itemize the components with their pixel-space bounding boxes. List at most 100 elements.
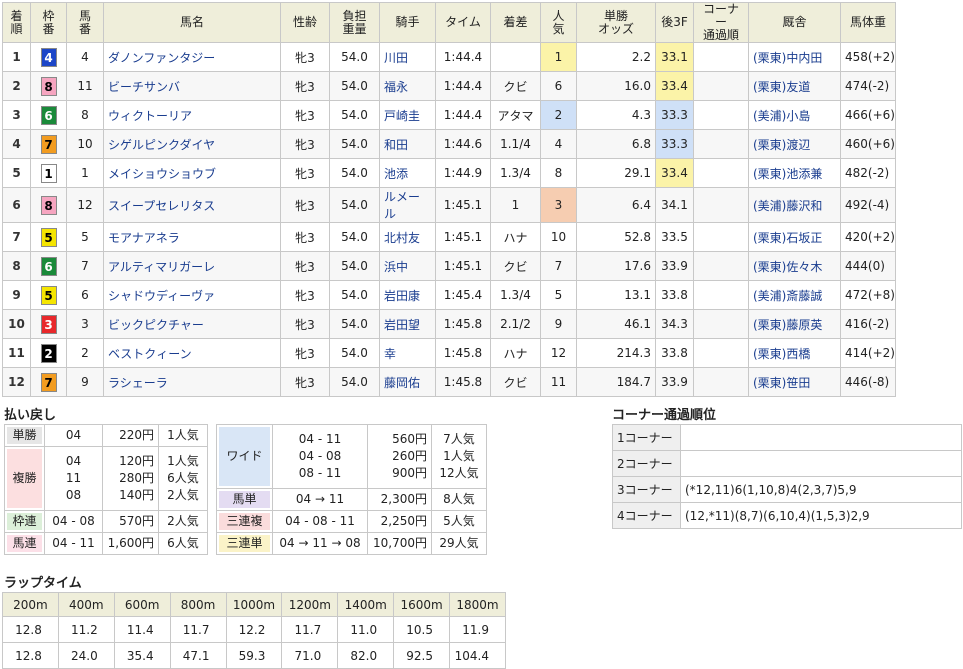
corner-order — [693, 71, 749, 101]
horse-name-link[interactable]: ダノンファンタジー — [103, 42, 281, 72]
jockey-link[interactable]: 藤岡佑 — [379, 367, 436, 397]
jockey-link[interactable]: ルメール — [379, 187, 436, 223]
corner-label: 2コーナー — [612, 450, 681, 477]
payout-combination: 04 — [44, 424, 103, 447]
trainer-link[interactable]: (美浦)斎藤誠 — [748, 280, 841, 310]
popularity: 3 — [540, 187, 577, 223]
carried-weight: 54.0 — [329, 367, 380, 397]
lap-cumulative: 92.5 — [393, 642, 450, 669]
payout-row: 単勝 04 220円 1人気 — [4, 424, 208, 447]
finish-position: 5 — [2, 158, 31, 188]
trainer-link[interactable]: (栗東)佐々木 — [748, 251, 841, 281]
corner-order-value — [680, 424, 962, 451]
lap-split: 11.7 — [169, 616, 227, 643]
jockey-link[interactable]: 和田 — [379, 129, 436, 159]
corner-title: コーナー通過順位 — [612, 408, 717, 423]
horse-name-link[interactable]: アルティマリガーレ — [103, 251, 281, 281]
horse-name-link[interactable]: ビーチサンバ — [103, 71, 281, 101]
trainer-link[interactable]: (栗東)渡辺 — [748, 129, 841, 159]
lap-header-row: 200m 400m 600m 800m 1000m 1200m 1400m 1600m 1800… — [2, 592, 506, 617]
lap-split: 10.5 — [393, 616, 450, 643]
trainer-link[interactable]: (栗東)笹田 — [748, 367, 841, 397]
trainer-link[interactable]: (栗東)西橋 — [748, 338, 841, 368]
payout-row: 馬単 04 → 11 2,300円 8人気 — [216, 488, 487, 511]
finish-position: 1 — [2, 42, 31, 72]
jockey-link[interactable]: 北村友 — [379, 222, 436, 252]
payout-type-text: 馬連 — [7, 535, 42, 552]
horse-number: 11 — [66, 71, 104, 101]
popularity: 12 — [540, 338, 577, 368]
finish-position: 12 — [2, 367, 31, 397]
jockey-link[interactable]: 川田 — [379, 42, 436, 72]
margin: アタマ — [490, 100, 541, 130]
waku-cell: 7 — [30, 367, 67, 397]
lap-split: 11.4 — [113, 616, 171, 643]
race-time: 1:45.8 — [435, 367, 491, 397]
payout-row: 枠連 04 - 08 570円 2人気 — [4, 510, 208, 533]
win-odds: 6.8 — [576, 129, 656, 159]
body-weight: 446(-8) — [840, 367, 896, 397]
lap-cumulative: 82.0 — [337, 642, 395, 669]
trainer-link[interactable]: (美浦)小島 — [748, 100, 841, 130]
horse-name-link[interactable]: モアナアネラ — [103, 222, 281, 252]
horse-name-link[interactable]: ベストクィーン — [103, 338, 281, 368]
corner-order — [693, 222, 749, 252]
jockey-link[interactable]: 池添 — [379, 158, 436, 188]
trainer-link[interactable]: (美浦)藤沢和 — [748, 187, 841, 223]
trainer-link[interactable]: (栗東)友道 — [748, 71, 841, 101]
corner-label: 3コーナー — [612, 476, 681, 503]
waku-cell: 8 — [30, 71, 67, 101]
race-time: 1:44.4 — [435, 71, 491, 101]
horse-number: 8 — [66, 100, 104, 130]
result-row: 11 2 2 ベストクィーン 牝3 54.0 幸 1:45.8 ハナ 12 214.3 33.8 (栗東… — [2, 338, 896, 368]
margin: ハナ — [490, 338, 541, 368]
lap-cumulative-row: 12.8 24.0 35.4 47.1 59.3 71.0 82.0 92.5 104.4 — [2, 642, 506, 669]
col-header: タイム — [435, 2, 491, 43]
jockey-link[interactable]: 幸 — [379, 338, 436, 368]
horse-name-link[interactable]: シャドウディーヴァ — [103, 280, 281, 310]
payout-type-label: 複勝 — [4, 446, 45, 511]
horse-name-link[interactable]: スイープセレリタス — [103, 187, 281, 223]
jockey-link[interactable]: 福永 — [379, 71, 436, 101]
horse-name-link[interactable]: ラシェーラ — [103, 367, 281, 397]
lap-distance: 1600m — [393, 592, 450, 617]
jockey-link[interactable]: 浜中 — [379, 251, 436, 281]
horse-name-link[interactable]: ウィクトーリア — [103, 100, 281, 130]
payout-title: 払い戻し — [4, 408, 57, 423]
horse-name-link[interactable]: シゲルピンクダイヤ — [103, 129, 281, 159]
horse-name-link[interactable]: ビックピクチャー — [103, 309, 281, 339]
jockey-link[interactable]: 戸崎圭 — [379, 100, 436, 130]
popularity: 5 — [540, 280, 577, 310]
jockey-link[interactable]: 岩田康 — [379, 280, 436, 310]
trainer-link[interactable]: (栗東)中内田 — [748, 42, 841, 72]
race-time: 1:45.1 — [435, 187, 491, 223]
waku-cell: 4 — [30, 42, 67, 72]
corner-order — [693, 251, 749, 281]
trainer-link[interactable]: (栗東)池添兼 — [748, 158, 841, 188]
lap-cumulative: 71.0 — [281, 642, 339, 669]
horse-name-link[interactable]: メイショウショウブ — [103, 158, 281, 188]
lap-distance: 1400m — [337, 592, 395, 617]
jockey-link[interactable]: 岩田望 — [379, 309, 436, 339]
payout-popularity: 1人気 6人気 2人気 — [158, 446, 208, 511]
body-weight: 474(-2) — [840, 71, 896, 101]
race-time: 1:45.1 — [435, 251, 491, 281]
carried-weight: 54.0 — [329, 158, 380, 188]
result-row: 7 5 5 モアナアネラ 牝3 54.0 北村友 1:45.1 ハナ 10 52.8 33.5 (栗東)… — [2, 222, 896, 252]
lap-split: 12.8 — [2, 616, 59, 643]
body-weight: 414(+2) — [840, 338, 896, 368]
margin: クビ — [490, 367, 541, 397]
waku-cell: 6 — [30, 100, 67, 130]
waku-badge: 5 — [40, 227, 57, 247]
col-header: 単勝 オッズ — [576, 2, 656, 43]
lap-cumulative: 35.4 — [113, 642, 171, 669]
last-3f: 33.3 — [655, 100, 694, 130]
carried-weight: 54.0 — [329, 129, 380, 159]
col-header: 人気 — [540, 2, 577, 43]
payout-table-left: 単勝 04 220円 1人気 複勝 04 11 08 120円 280円 140円 1人気 6人気 2人気… — [4, 424, 208, 555]
trainer-link[interactable]: (栗東)藤原英 — [748, 309, 841, 339]
trainer-link[interactable]: (栗東)石坂正 — [748, 222, 841, 252]
last-3f: 33.3 — [655, 129, 694, 159]
horse-number: 2 — [66, 338, 104, 368]
win-odds: 17.6 — [576, 251, 656, 281]
